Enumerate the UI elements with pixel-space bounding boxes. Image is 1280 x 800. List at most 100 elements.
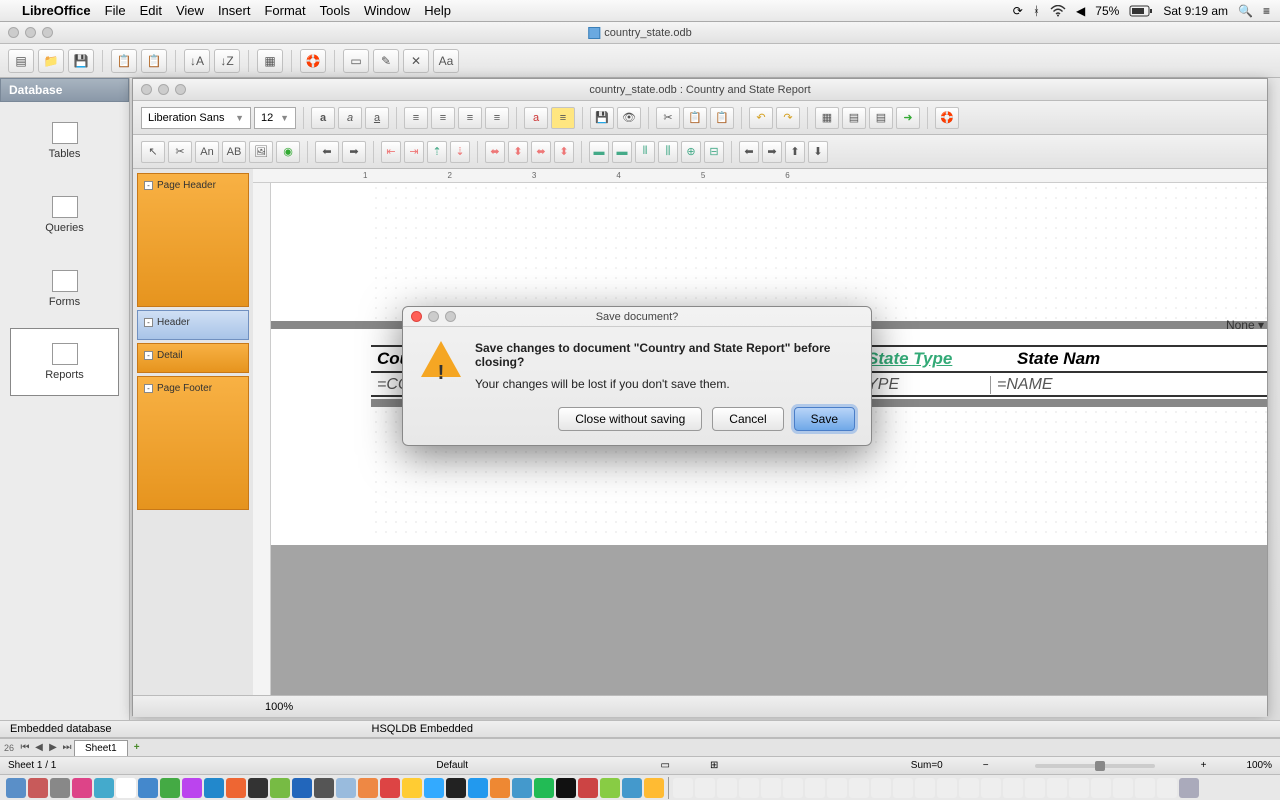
dock-app[interactable]: [72, 778, 92, 798]
underline-button[interactable]: a: [365, 107, 389, 129]
dock-app[interactable]: [402, 778, 422, 798]
center-h[interactable]: ⊕: [681, 141, 701, 163]
chart-button[interactable]: ◉: [276, 141, 300, 163]
section-header[interactable]: -Header: [137, 310, 249, 340]
arrange-up[interactable]: ⬆: [785, 141, 805, 163]
arrange-front[interactable]: ➡: [762, 141, 782, 163]
redo-button[interactable]: ↷: [776, 107, 800, 129]
report-window-titlebar[interactable]: country_state.odb : Country and State Re…: [133, 79, 1267, 101]
dock-window[interactable]: [695, 778, 715, 798]
dock-window[interactable]: [717, 778, 737, 798]
dock-window[interactable]: [1003, 778, 1023, 798]
dialog-traffic-lights[interactable]: [403, 311, 456, 322]
dock-window[interactable]: [1025, 778, 1045, 798]
dock-window[interactable]: [739, 778, 759, 798]
dock-app[interactable]: [490, 778, 510, 798]
insert-mode-icon[interactable]: ▭: [661, 760, 670, 771]
menu-file[interactable]: File: [105, 3, 126, 18]
dock-window[interactable]: [1091, 778, 1111, 798]
help-button[interactable]: 🛟: [300, 49, 326, 73]
new-button[interactable]: ▤: [8, 49, 34, 73]
dock-window[interactable]: [915, 778, 935, 798]
dock-app[interactable]: [116, 778, 136, 798]
dock-app[interactable]: [248, 778, 268, 798]
snap-left[interactable]: ⇤: [381, 141, 401, 163]
fit-width[interactable]: ⬌: [485, 141, 505, 163]
traffic-lights[interactable]: [0, 27, 53, 38]
fit-height[interactable]: ⬍: [508, 141, 528, 163]
highlight-button[interactable]: ≡: [551, 107, 575, 129]
battery-icon[interactable]: [1129, 5, 1153, 17]
dock-app[interactable]: [622, 778, 642, 798]
grid-button[interactable]: ▦: [815, 107, 839, 129]
dock-app[interactable]: [556, 778, 576, 798]
align-right-obj[interactable]: ➡: [342, 141, 366, 163]
control-props-button[interactable]: ✂: [168, 141, 192, 163]
section-page-header[interactable]: -Page Header: [137, 173, 249, 307]
font-name-select[interactable]: Liberation Sans▼: [141, 107, 251, 129]
dock-app[interactable]: [138, 778, 158, 798]
dock-app[interactable]: [226, 778, 246, 798]
table-button[interactable]: ▭: [343, 49, 369, 73]
font-color-button[interactable]: a: [524, 107, 548, 129]
form-button[interactable]: ▦: [257, 49, 283, 73]
dock-app[interactable]: [424, 778, 444, 798]
snap-bottom[interactable]: ⇣: [450, 141, 470, 163]
snap-top[interactable]: ⇡: [427, 141, 447, 163]
zoom-percent[interactable]: 100%: [1246, 760, 1272, 771]
dock-app[interactable]: [534, 778, 554, 798]
menu-insert[interactable]: Insert: [218, 3, 251, 18]
first-sheet-button[interactable]: ⏮: [18, 741, 32, 755]
dock-window[interactable]: [1135, 778, 1155, 798]
collapse-icon[interactable]: -: [144, 181, 153, 190]
copy-report-button[interactable]: 📋: [683, 107, 707, 129]
save-button[interactable]: Save: [794, 407, 855, 431]
fit-min[interactable]: ⬍: [554, 141, 574, 163]
dock-app[interactable]: [314, 778, 334, 798]
textbox-button[interactable]: AB: [222, 141, 246, 163]
delete-button[interactable]: ✕: [403, 49, 429, 73]
save-report-button[interactable]: 💾: [590, 107, 614, 129]
paste-report-button[interactable]: 📋: [710, 107, 734, 129]
wifi-icon[interactable]: [1050, 5, 1066, 17]
dock-window[interactable]: [1113, 778, 1133, 798]
dock-window[interactable]: [1047, 778, 1067, 798]
app-name[interactable]: LibreOffice: [22, 3, 91, 18]
align-right-button[interactable]: ≡: [458, 107, 482, 129]
menu-format[interactable]: Format: [264, 3, 305, 18]
zoom-out-button[interactable]: −: [983, 760, 989, 771]
dock-window[interactable]: [893, 778, 913, 798]
dock-app[interactable]: [578, 778, 598, 798]
section-page-footer[interactable]: -Page Footer: [137, 376, 249, 510]
paste-button[interactable]: 📋: [141, 49, 167, 73]
traffic-lights[interactable]: [133, 84, 186, 95]
collapse-icon[interactable]: -: [144, 351, 153, 360]
dock-app[interactable]: [204, 778, 224, 798]
menu-tools[interactable]: Tools: [320, 3, 350, 18]
dock-app[interactable]: [644, 778, 664, 798]
collapse-icon[interactable]: -: [144, 318, 153, 327]
arrange-down[interactable]: ⬇: [808, 141, 828, 163]
dock-app[interactable]: [336, 778, 356, 798]
menu-view[interactable]: View: [176, 3, 204, 18]
sort-desc-button[interactable]: ↓Z: [214, 49, 240, 73]
clock[interactable]: Sat 9:19 am: [1163, 4, 1228, 18]
align-center-button[interactable]: ≡: [431, 107, 455, 129]
dock-window[interactable]: [1157, 778, 1177, 798]
dock-app[interactable]: [50, 778, 70, 798]
menu-edit[interactable]: Edit: [140, 3, 162, 18]
label-button[interactable]: An: [195, 141, 219, 163]
sidebar-item-tables[interactable]: Tables: [10, 106, 119, 176]
spotlight-icon[interactable]: 🔍: [1238, 4, 1253, 18]
font-size-select[interactable]: 12▼: [254, 107, 296, 129]
dock-app[interactable]: [380, 778, 400, 798]
sum-display[interactable]: Sum=0: [911, 760, 943, 771]
close-without-saving-button[interactable]: Close without saving: [558, 407, 702, 431]
undo-button[interactable]: ↶: [749, 107, 773, 129]
menu-window[interactable]: Window: [364, 3, 410, 18]
dock-window[interactable]: [849, 778, 869, 798]
next-sheet-button[interactable]: ▶: [46, 741, 60, 755]
export-button[interactable]: ➜: [896, 107, 920, 129]
dock-window[interactable]: [871, 778, 891, 798]
bluetooth-icon[interactable]: ᚼ: [1033, 4, 1040, 18]
